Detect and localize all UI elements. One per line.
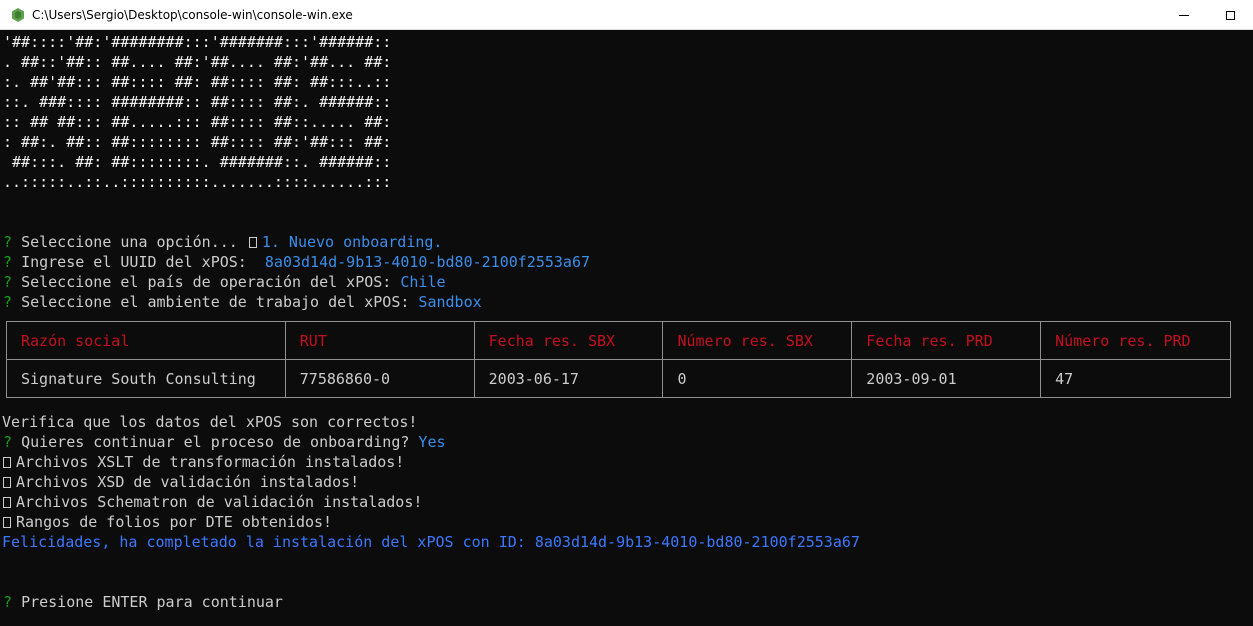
prompt-label: Seleccione el ambiente de trabajo del xP… — [21, 293, 410, 311]
table-cell: 0 — [662, 359, 853, 398]
ascii-banner-line: ::. ###:::: ########:: ##:::: ##:. #####… — [3, 93, 392, 111]
prompt-label: Seleccione el país de operación del xPOS… — [21, 273, 392, 291]
check-icon — [3, 517, 11, 528]
prompt-enter[interactable]: ? Presione ENTER para continuar — [3, 592, 283, 612]
console-output[interactable]: '##::::'##:'########:::'#######:::'#####… — [0, 31, 1253, 626]
prompt-environment: ? Seleccione el ambiente de trabajo del … — [3, 292, 482, 312]
question-mark-icon: ? — [3, 233, 13, 251]
table-header: Razón social — [6, 321, 286, 360]
prompt-option: ? Seleccione una opción... 1. Nuevo onbo… — [3, 232, 442, 252]
table-header: Número res. PRD — [1040, 321, 1231, 360]
table-header: Fecha res. PRD — [851, 321, 1042, 360]
question-mark-icon: ? — [3, 253, 13, 271]
installed-message: Archivos XSD de validación instalados! — [3, 472, 359, 492]
question-mark-icon: ? — [3, 293, 13, 311]
prompt-label: Seleccione una opción... — [21, 233, 238, 251]
check-icon — [3, 457, 11, 468]
prompt-answer: Yes — [418, 433, 446, 451]
table-header-row: Razón social RUT Fecha res. SBX Número r… — [6, 321, 1231, 360]
table-row: Signature South Consulting 77586860-0 20… — [6, 359, 1231, 398]
prompt-answer: Chile — [400, 273, 446, 291]
window-title: C:\Users\Sergio\Desktop\console-win\cons… — [32, 8, 353, 22]
ascii-banner-line: '##::::'##:'########:::'#######:::'#####… — [3, 33, 392, 51]
table-cell: Signature South Consulting — [6, 359, 286, 398]
question-mark-icon: ? — [3, 433, 13, 451]
title-bar[interactable]: C:\Users\Sergio\Desktop\console-win\cons… — [0, 0, 1253, 30]
question-mark-icon: ? — [3, 273, 13, 291]
installed-message: Rangos de folios por DTE obtenidos! — [3, 512, 332, 532]
xpos-data-table: Razón social RUT Fecha res. SBX Número r… — [6, 321, 1231, 398]
minimize-button[interactable] — [1161, 0, 1207, 30]
prompt-answer: 1. Nuevo onboarding. — [261, 233, 443, 251]
minimize-icon — [1179, 14, 1189, 16]
installed-message: Archivos XSLT de transformación instalad… — [3, 452, 404, 472]
maximize-button[interactable] — [1207, 0, 1253, 30]
maximize-icon — [1225, 10, 1235, 20]
check-icon — [3, 497, 11, 508]
installed-message: Archivos Schematron de validación instal… — [3, 492, 422, 512]
ascii-banner-line: :: ## ##::: ##.....::: ##:::: ##::..... … — [3, 113, 392, 131]
ascii-banner-line: :. ##'##::: ##:::: ##: ##:::: ##: ##:::.… — [3, 73, 392, 91]
ascii-banner-line: . ##::'##:: ##.... ##:'##.... ##:'##... … — [3, 53, 392, 71]
ascii-banner-line: ..:::::..::..::::::::::.......::::......… — [3, 173, 392, 191]
prompt-country: ? Seleccione el país de operación del xP… — [3, 272, 446, 292]
prompt-label: Ingrese el UUID del xPOS: — [21, 253, 247, 271]
verify-message: Verifica que los datos del xPOS son corr… — [2, 413, 418, 431]
prompt-continue: ? Quieres continuar el proceso de onboar… — [3, 432, 446, 452]
table-header: Número res. SBX — [662, 321, 853, 360]
table-cell: 47 — [1040, 359, 1231, 398]
pointer-icon — [248, 237, 257, 248]
prompt-answer: 8a03d14d-9b13-4010-bd80-2100f2553a67 — [264, 253, 591, 271]
question-mark-icon: ? — [3, 593, 13, 611]
table-cell: 77586860-0 — [284, 359, 475, 398]
prompt-answer: Sandbox — [418, 293, 482, 311]
table-cell: 2003-09-01 — [851, 359, 1042, 398]
prompt-label: Presione ENTER para continuar — [21, 593, 283, 611]
nodejs-icon — [12, 8, 24, 22]
success-message: Felicidades, ha completado la instalació… — [2, 533, 860, 551]
prompt-uuid: ? Ingrese el UUID del xPOS: 8a03d14d-9b1… — [3, 252, 590, 272]
table-cell: 2003-06-17 — [473, 359, 664, 398]
ascii-banner-line: : ##:. ##:: ##:::::::: ##:::: ##:'##::: … — [3, 133, 392, 151]
prompt-label: Quieres continuar el proceso de onboardi… — [21, 433, 410, 451]
table-header: RUT — [284, 321, 475, 360]
ascii-banner-line: ##:::. ##: ##::::::::. #######::. ######… — [3, 153, 392, 171]
check-icon — [3, 477, 11, 488]
console-window: C:\Users\Sergio\Desktop\console-win\cons… — [0, 0, 1253, 626]
table-header: Fecha res. SBX — [473, 321, 664, 360]
